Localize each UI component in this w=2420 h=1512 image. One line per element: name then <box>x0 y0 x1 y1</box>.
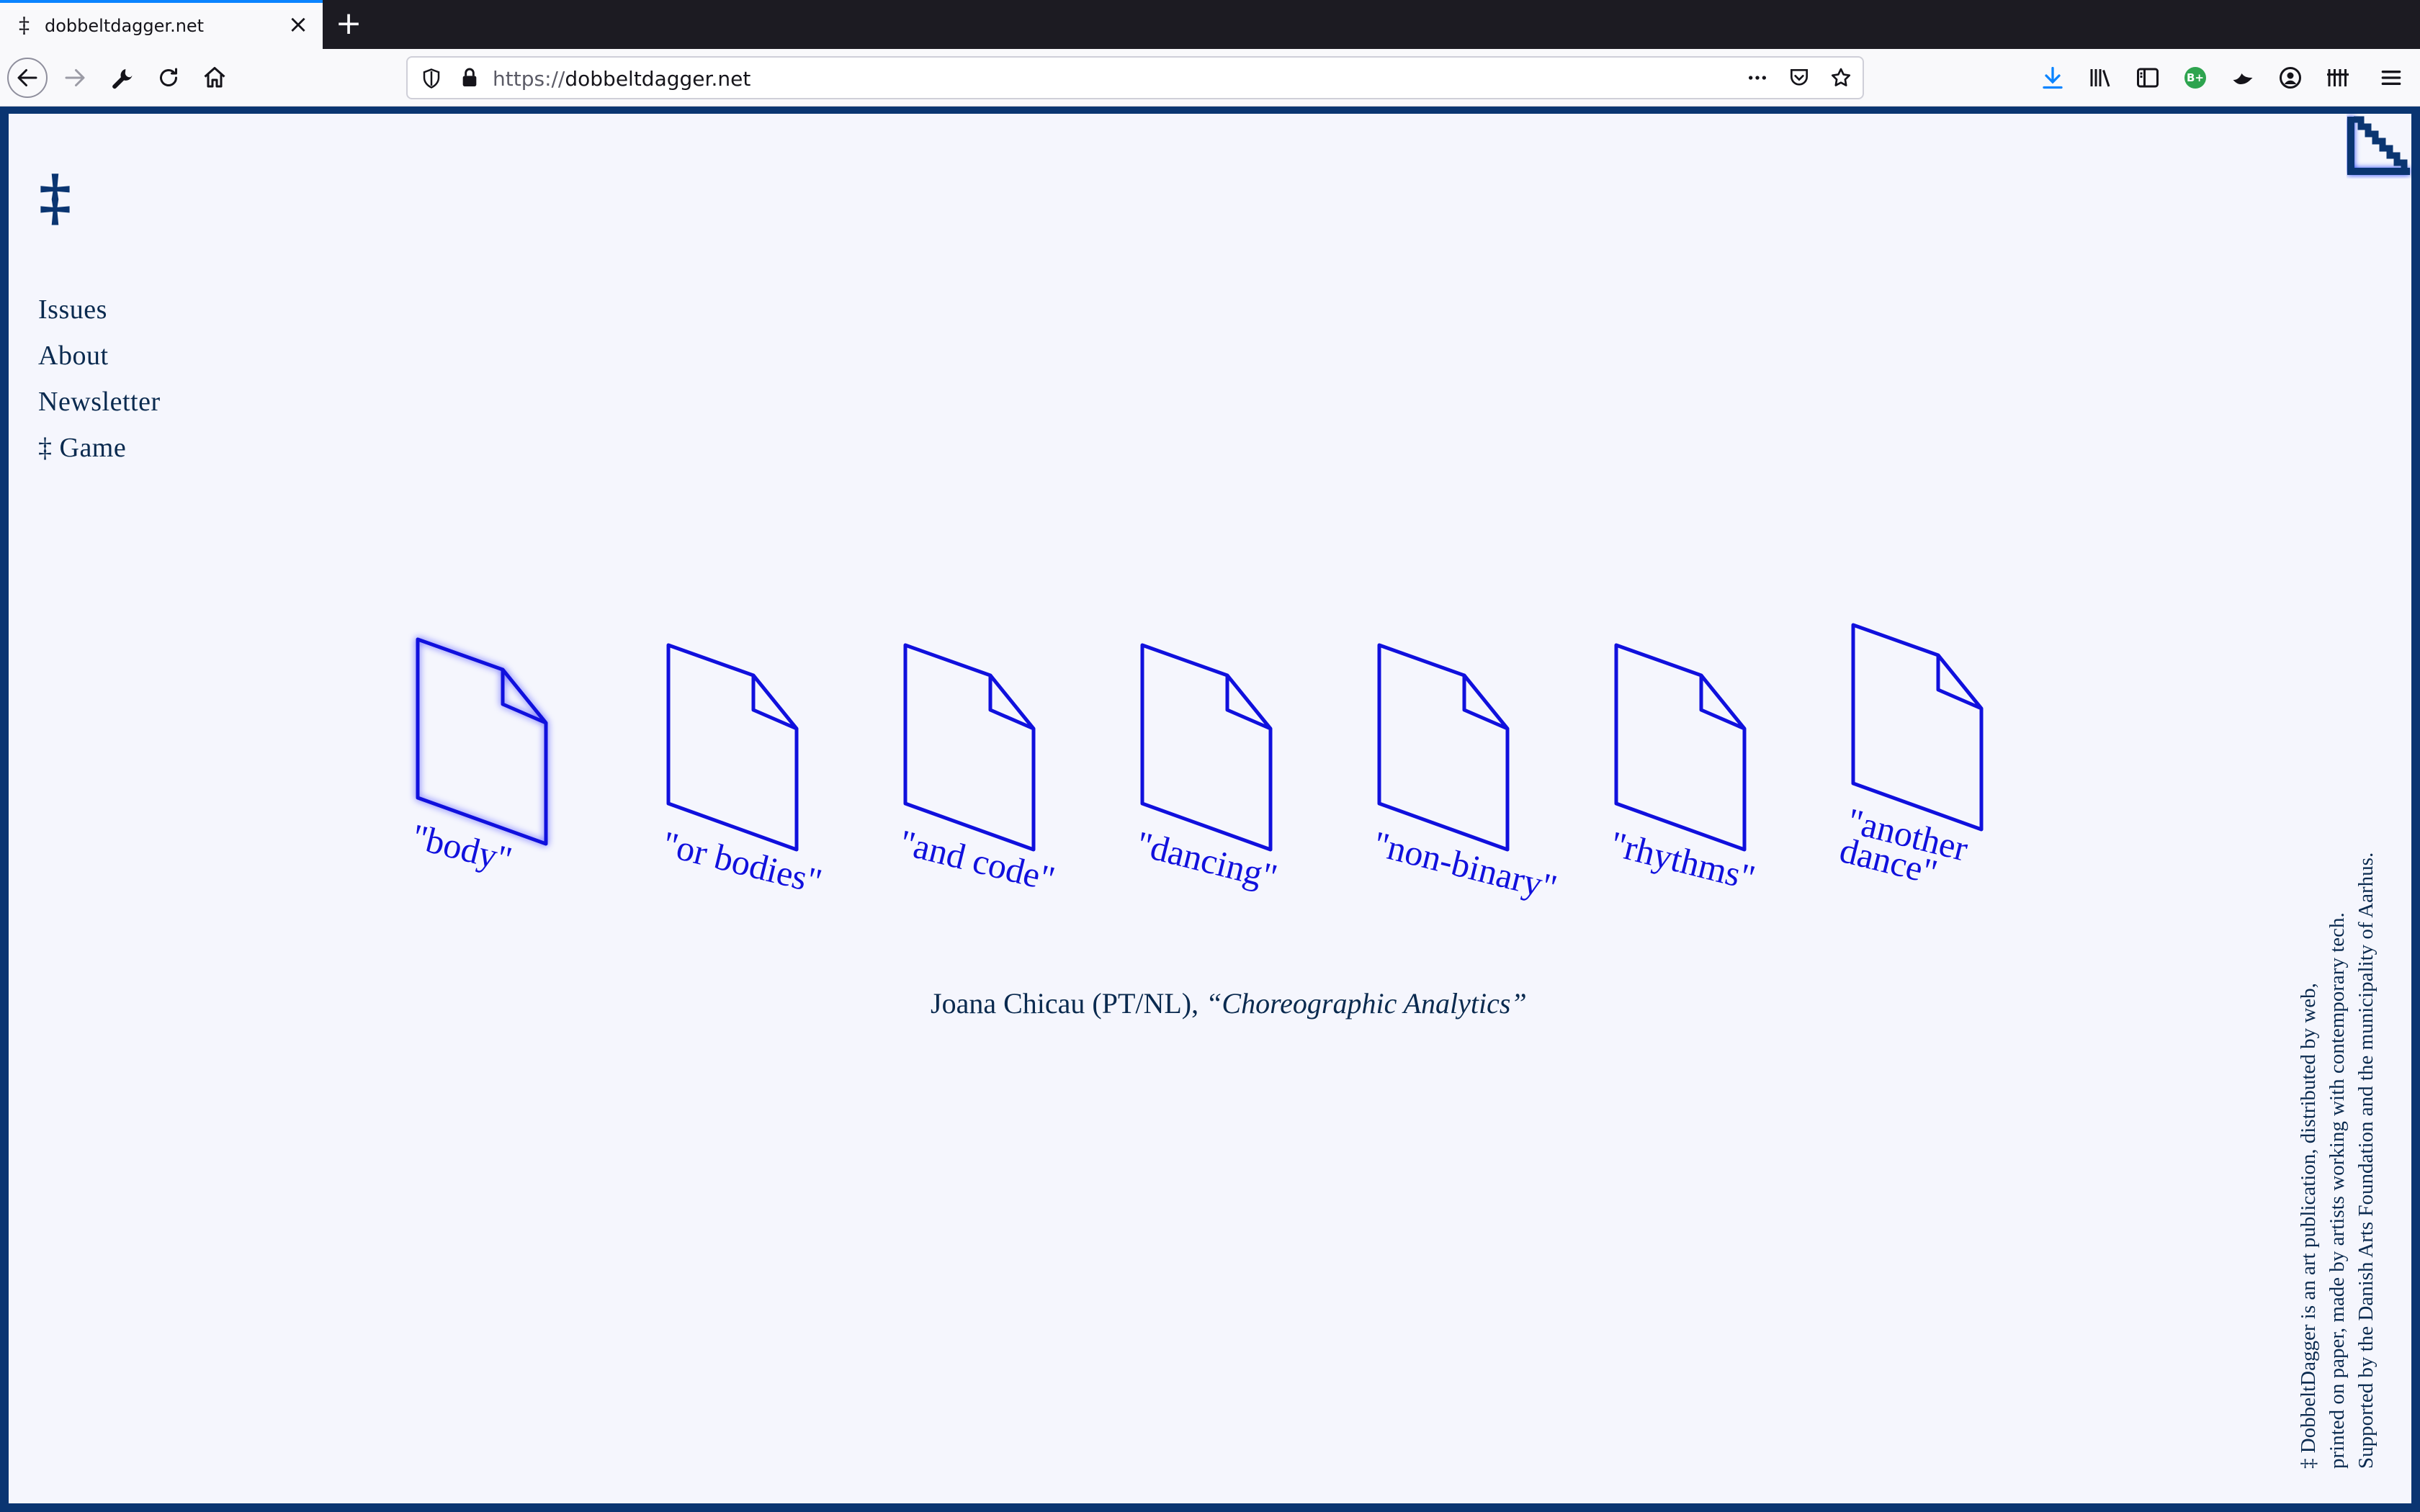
wrench-icon <box>112 68 133 89</box>
publication-note-line-3: Supported by the Danish Arts Foundation … <box>2354 852 2378 1469</box>
publication-note-line-1: ‡ DobbeltDagger is an art publication, d… <box>2297 983 2320 1469</box>
tab-title: dobbeltdagger.net <box>45 16 205 36</box>
account-icon <box>2280 67 2301 89</box>
bird-icon <box>2233 73 2253 84</box>
new-tab-button[interactable]: + <box>333 8 364 40</box>
url-protocol: https:// <box>493 67 565 91</box>
tab-strip: ‡ dobbeltdagger.net × + <box>0 0 2420 49</box>
bookmark-star-icon[interactable] <box>1829 66 1852 89</box>
publication-note: ‡ DobbeltDagger is an art publication, d… <box>2294 852 2380 1469</box>
home-icon <box>204 67 225 88</box>
tracking-shield-icon[interactable] <box>421 68 442 89</box>
reload-button[interactable] <box>148 58 189 98</box>
sidebar-icon <box>2137 68 2159 88</box>
credit-title: “Choreographic Analytics” <box>1206 987 1527 1020</box>
document-icon-or-bodies[interactable] <box>666 642 810 858</box>
more-actions-icon[interactable] <box>1746 66 1769 89</box>
document-icon-non-binary[interactable] <box>1376 642 1520 858</box>
document-icon-row: "body" "or bodies" "and code" "dancing" … <box>9 114 2411 1503</box>
forward-button[interactable] <box>55 58 95 98</box>
file-icon <box>666 643 799 852</box>
grid-icon <box>2327 69 2349 86</box>
lock-icon[interactable] <box>458 66 481 89</box>
back-button[interactable] <box>7 58 48 98</box>
tab-favicon-icon: ‡ <box>19 13 30 38</box>
navigation-toolbar: https://dobbeltdagger.net B+ <box>0 49 2420 107</box>
app-menu-button[interactable] <box>2377 63 2406 92</box>
account-button[interactable] <box>2276 63 2305 92</box>
url-actions <box>1746 66 1852 89</box>
browser-tab[interactable]: ‡ dobbeltdagger.net × <box>0 0 323 49</box>
library-icon <box>2090 69 2110 87</box>
reload-icon <box>160 68 177 86</box>
extension-button[interactable]: B+ <box>2181 63 2210 92</box>
sidebar-button[interactable] <box>2133 63 2162 92</box>
arrow-right-icon <box>65 69 85 86</box>
credit-author: Joana Chicau (PT/NL), <box>931 987 1206 1020</box>
pocket-icon[interactable] <box>1788 66 1811 89</box>
url-host: dobbeltdagger.net <box>565 67 751 91</box>
extension-button-2[interactable] <box>2228 63 2257 92</box>
arrow-left-icon <box>17 69 37 86</box>
download-icon <box>2043 66 2063 89</box>
file-icon <box>1614 643 1747 852</box>
toolbar-right: B+ <box>2038 63 2352 92</box>
document-icon-rhythms[interactable] <box>1613 642 1757 858</box>
address-bar[interactable]: https://dobbeltdagger.net <box>406 56 1864 99</box>
extension-badge-icon: B+ <box>2184 67 2206 89</box>
hamburger-icon <box>2381 71 2401 86</box>
library-button[interactable] <box>2086 63 2115 92</box>
page-viewport: ‡ Issues About Newsletter ‡ Game "body" … <box>0 107 2420 1512</box>
document-icon-dancing[interactable] <box>1139 642 1283 858</box>
customize-button[interactable] <box>102 58 143 98</box>
artwork-credit: Joana Chicau (PT/NL), “Choreographic Ana… <box>931 986 1527 1020</box>
extension-button-3[interactable] <box>2323 63 2352 92</box>
url-text[interactable]: https://dobbeltdagger.net <box>493 67 750 91</box>
close-tab-icon[interactable]: × <box>285 12 311 37</box>
file-icon <box>1140 643 1273 852</box>
file-icon <box>1377 643 1510 852</box>
publication-note-line-2: printed on paper, made by artists workin… <box>2326 912 2349 1469</box>
downloads-button[interactable] <box>2038 63 2067 92</box>
home-button[interactable] <box>194 58 235 98</box>
